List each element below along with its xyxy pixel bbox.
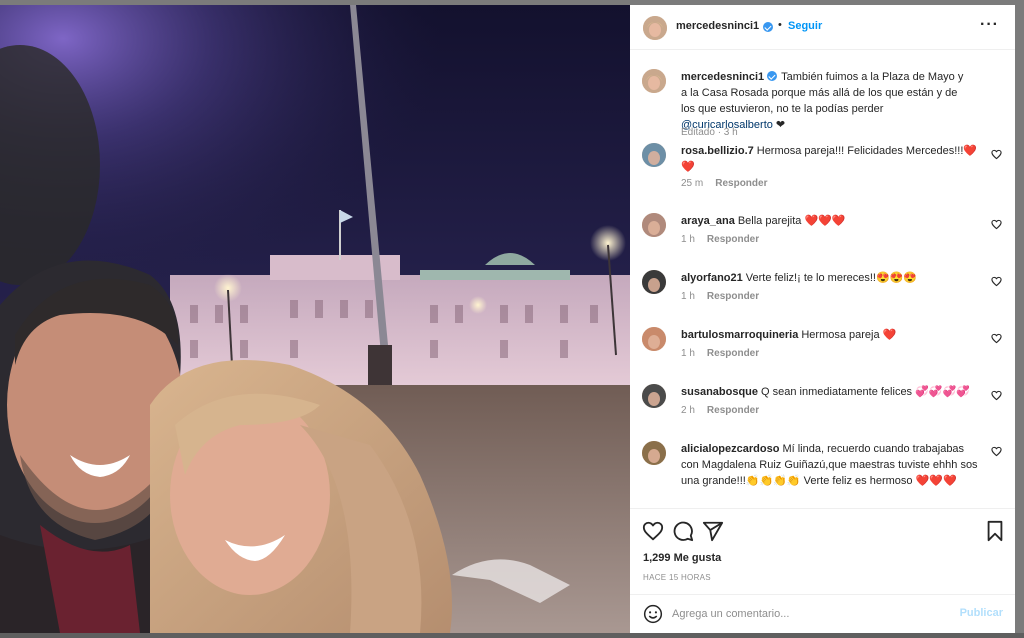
author-username[interactable]: mercedesninci1 xyxy=(676,20,759,32)
comment-username[interactable]: alyorfano21 xyxy=(681,272,743,284)
like-comment-heart-icon[interactable] xyxy=(991,390,1002,401)
comments-list[interactable]: mercedesninci1 También fuimos a la Plaza … xyxy=(630,50,1015,508)
avatar-image xyxy=(642,441,666,465)
like-comment-heart-icon[interactable] xyxy=(991,276,1002,287)
like-comment-heart-icon[interactable] xyxy=(991,149,1002,160)
comment-body: Bella parejita ❤️❤️❤️ xyxy=(737,215,846,227)
avatar-image xyxy=(642,213,666,237)
publish-button[interactable]: Publicar xyxy=(960,607,1003,619)
window-bottom-edge xyxy=(0,633,1024,638)
window-edge xyxy=(1015,0,1024,638)
comment-body: Verte feliz!¡ te lo mereces!!😍😍😍 xyxy=(745,272,918,284)
heart-icon[interactable] xyxy=(642,520,664,542)
commenter-avatar[interactable] xyxy=(642,270,666,294)
comment-meta: 1 h Responder xyxy=(681,234,759,245)
emoji-icon[interactable] xyxy=(643,604,663,624)
like-comment-heart-icon[interactable] xyxy=(991,333,1002,344)
author-avatar[interactable] xyxy=(643,16,667,40)
verified-badge-icon xyxy=(763,22,773,32)
comment-meta: 2 h Responder xyxy=(681,405,759,416)
comment-row: bartulosmarroquineria Hermosa pareja ❤️ 1 … xyxy=(642,327,1002,377)
comment-row: alyorfano21 Verte feliz!¡ te lo mereces!!… xyxy=(642,270,1002,320)
comment-body: Hermosa pareja ❤️ xyxy=(801,329,897,341)
reply-button[interactable]: Responder xyxy=(707,291,759,302)
comment-username[interactable]: alicialopezcardoso xyxy=(681,443,779,455)
caption-suffix: ❤ xyxy=(772,119,786,131)
like-comment-heart-icon[interactable] xyxy=(991,446,1002,457)
avatar-image xyxy=(642,270,666,294)
comment-icon[interactable] xyxy=(672,520,694,542)
post-header: mercedesninci1 • Seguir ··· xyxy=(630,5,1015,50)
comment-text: bartulosmarroquineria Hermosa pareja ❤️ xyxy=(681,327,978,343)
photo-canvas xyxy=(0,5,630,633)
avatar-image xyxy=(642,327,666,351)
comment-row: alicialopezcardoso Mí linda, recuerdo cua… xyxy=(642,441,1002,491)
comment-body: Q sean inmediatamente felices 💞💞💞💞 xyxy=(761,386,970,398)
more-dots-icon[interactable]: ··· xyxy=(980,17,999,33)
commenter-avatar[interactable] xyxy=(642,143,666,167)
comment-time: 1 h xyxy=(681,234,695,245)
reply-button[interactable]: Responder xyxy=(715,178,767,189)
comment-time: 1 h xyxy=(681,291,695,302)
share-icon[interactable] xyxy=(702,520,724,542)
comment-row: araya_ana Bella parejita ❤️❤️❤️ 1 h Respond… xyxy=(642,213,1002,263)
comment-row: susanabosque Q sean inmediatamente felice… xyxy=(642,384,1002,434)
comment-meta: 1 h Responder xyxy=(681,291,759,302)
comment-username[interactable]: araya_ana xyxy=(681,215,735,227)
comment-text: rosa.bellizio.7 Hermosa pareja!!! Felicid… xyxy=(681,143,978,175)
commenter-avatar[interactable] xyxy=(642,441,666,465)
likes-count[interactable]: 1,299 Me gusta xyxy=(643,552,721,564)
follow-button[interactable]: Seguir xyxy=(788,20,822,32)
add-comment-bar: Publicar xyxy=(630,594,1015,633)
comment-time: 25 m xyxy=(681,178,704,189)
comment-username[interactable]: bartulosmarroquineria xyxy=(681,329,798,341)
comment-username[interactable]: susanabosque xyxy=(681,386,758,398)
like-comment-heart-icon[interactable] xyxy=(991,219,1002,230)
verified-badge-icon xyxy=(767,71,778,81)
caption-username[interactable]: mercedesninci1 xyxy=(681,71,764,83)
comment-username[interactable]: rosa.bellizio.7 xyxy=(681,145,754,157)
caption-meta: Editado · 3 h xyxy=(681,127,738,138)
reply-button[interactable]: Responder xyxy=(707,234,759,245)
caption: mercedesninci1 También fuimos a la Plaza … xyxy=(642,69,1002,139)
comment-text: susanabosque Q sean inmediatamente felice… xyxy=(681,384,978,400)
post-time: HACE 15 HORAS xyxy=(643,573,711,582)
comment-text: araya_ana Bella parejita ❤️❤️❤️ xyxy=(681,213,978,229)
avatar-image xyxy=(642,143,666,167)
commenter-avatar[interactable] xyxy=(642,213,666,237)
post-panel: mercedesninci1 • Seguir ··· mercedesninc… xyxy=(630,5,1015,633)
commenter-avatar[interactable] xyxy=(642,327,666,351)
separator-dot: • xyxy=(778,19,782,31)
action-bar: 1,299 Me gusta HACE 15 HORAS xyxy=(630,508,1015,598)
comment-meta: 1 h Responder xyxy=(681,348,759,359)
reply-button[interactable]: Responder xyxy=(707,348,759,359)
author-avatar[interactable] xyxy=(642,69,666,93)
bookmark-icon[interactable] xyxy=(984,520,1006,542)
reply-button[interactable]: Responder xyxy=(707,405,759,416)
avatar-image xyxy=(642,384,666,408)
caption-text: mercedesninci1 También fuimos a la Plaza … xyxy=(681,69,972,133)
comment-text: alyorfano21 Verte feliz!¡ te lo mereces!!… xyxy=(681,270,978,286)
comment-input[interactable] xyxy=(672,604,942,624)
comment-time: 2 h xyxy=(681,405,695,416)
comment-time: 1 h xyxy=(681,348,695,359)
comment-row: rosa.bellizio.7 Hermosa pareja!!! Felicid… xyxy=(642,143,1002,193)
comment-text: alicialopezcardoso Mí linda, recuerdo cua… xyxy=(681,441,978,489)
comment-meta: 25 m Responder xyxy=(681,178,767,189)
commenter-avatar[interactable] xyxy=(642,384,666,408)
post-photo[interactable] xyxy=(0,5,630,633)
